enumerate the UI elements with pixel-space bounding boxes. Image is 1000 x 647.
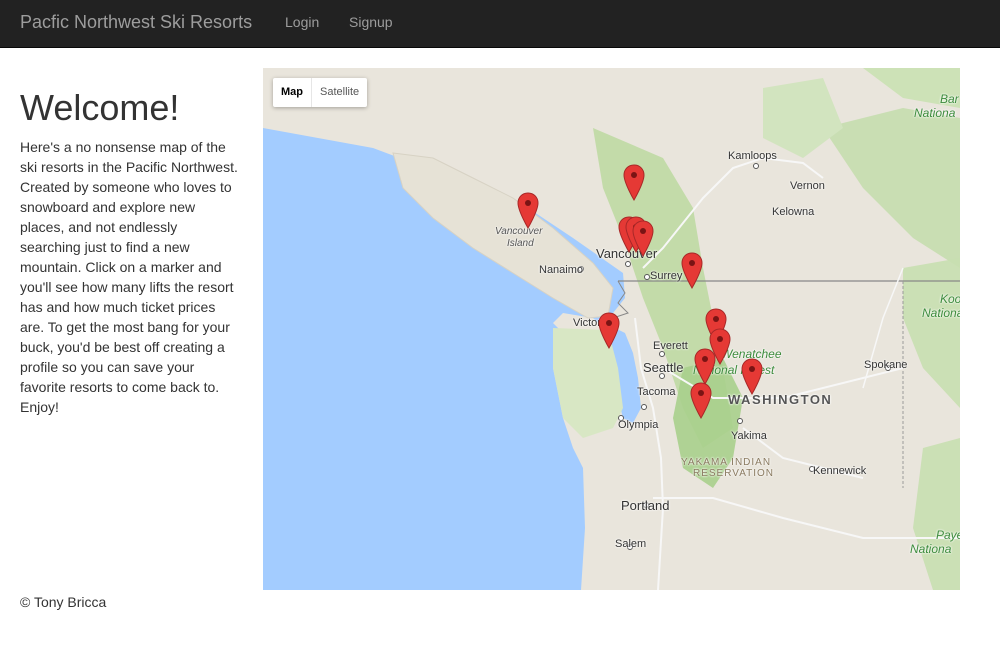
brand-link[interactable]: Pacfic Northwest Ski Resorts xyxy=(20,12,252,32)
label-vancouver-island-2: Island xyxy=(507,238,534,249)
label-kootenay-2: Nationa xyxy=(922,306,960,320)
ski-resort-marker[interactable] xyxy=(694,348,716,386)
ski-resort-marker[interactable] xyxy=(517,192,539,230)
yakima-dot xyxy=(737,418,743,424)
label-kootenay-1: Koo xyxy=(940,292,960,306)
resort-map[interactable]: Map Satellite Kamloops Vernon Kelowna Va… xyxy=(263,68,960,590)
ski-resort-marker[interactable] xyxy=(681,252,703,290)
ski-resort-marker[interactable] xyxy=(741,358,763,396)
label-olympia: Olympia xyxy=(618,419,659,431)
label-yakama-2: RESERVATION xyxy=(693,468,775,479)
label-portland: Portland xyxy=(621,498,670,513)
ski-resort-marker[interactable] xyxy=(598,312,620,350)
label-kelowna: Kelowna xyxy=(772,206,815,218)
ski-resort-marker[interactable] xyxy=(623,164,645,202)
login-link[interactable]: Login xyxy=(285,14,319,30)
signup-link[interactable]: Signup xyxy=(349,14,393,30)
label-payette-2: Nationa xyxy=(910,542,952,556)
label-banff-2: Nationa xyxy=(914,106,956,120)
map-view-button[interactable]: Map xyxy=(273,78,311,107)
ski-resort-marker[interactable] xyxy=(632,220,654,258)
label-everett: Everett xyxy=(653,340,688,352)
label-yakima: Yakima xyxy=(731,430,767,442)
tacoma-dot xyxy=(641,404,647,410)
label-banff-1: Bar xyxy=(940,92,959,106)
label-kamloops: Kamloops xyxy=(728,150,777,162)
satellite-view-button[interactable]: Satellite xyxy=(312,78,367,107)
label-nanaimo: Nanaimo xyxy=(539,264,584,276)
label-payette-1: Paye xyxy=(936,528,960,542)
page-title: Welcome! xyxy=(20,87,180,128)
ski-resort-marker[interactable] xyxy=(690,382,712,420)
navbar: Pacfic Northwest Ski Resorts Login Signu… xyxy=(0,0,1000,48)
map-type-control: Map Satellite xyxy=(273,78,368,107)
kamloops-dot xyxy=(753,163,759,169)
footer-copyright: © Tony Bricca xyxy=(20,594,107,610)
label-salem: Salem xyxy=(615,538,647,550)
label-tacoma: Tacoma xyxy=(637,386,676,398)
intro-text: Here's a no nonsense map of the ski reso… xyxy=(20,139,238,415)
label-kennewick: Kennewick xyxy=(813,465,867,477)
label-vernon: Vernon xyxy=(790,180,825,192)
label-seattle: Seattle xyxy=(643,360,684,375)
label-yakama-1: YAKAMA INDIAN xyxy=(681,457,772,468)
label-spokane: Spokane xyxy=(864,359,908,371)
vancouver-dot xyxy=(625,261,631,267)
label-surrey: Surrey xyxy=(650,270,683,282)
